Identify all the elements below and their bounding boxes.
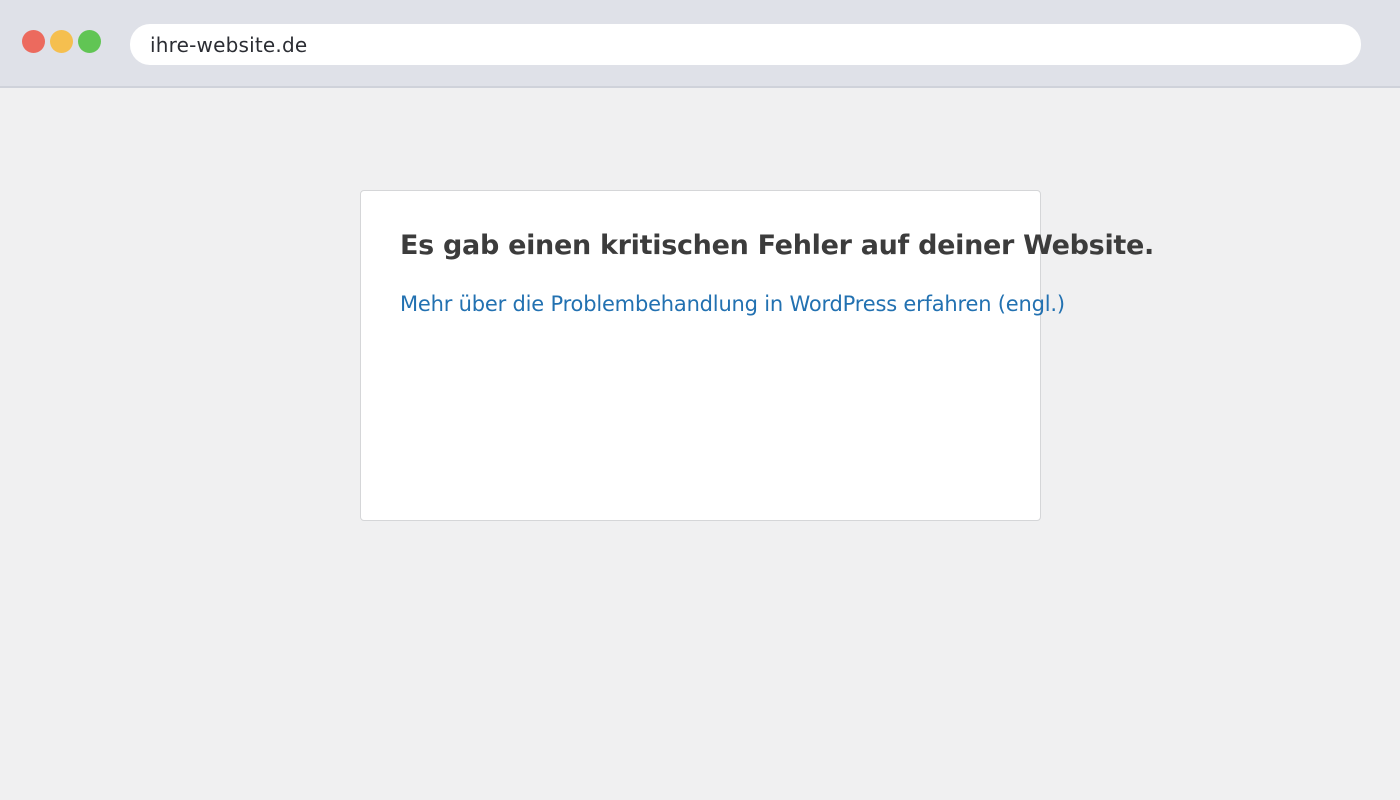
address-bar[interactable]: ihre-website.de — [130, 24, 1361, 65]
minimize-window-button[interactable] — [50, 30, 73, 53]
maximize-window-button[interactable] — [78, 30, 101, 53]
error-title: Es gab einen kritischen Fehler auf deine… — [400, 230, 1154, 261]
browser-toolbar: ihre-website.de — [0, 0, 1400, 88]
close-window-button[interactable] — [22, 30, 45, 53]
url-text: ihre-website.de — [150, 32, 308, 57]
troubleshooting-link[interactable]: Mehr über die Problembehandlung in WordP… — [400, 292, 1065, 316]
